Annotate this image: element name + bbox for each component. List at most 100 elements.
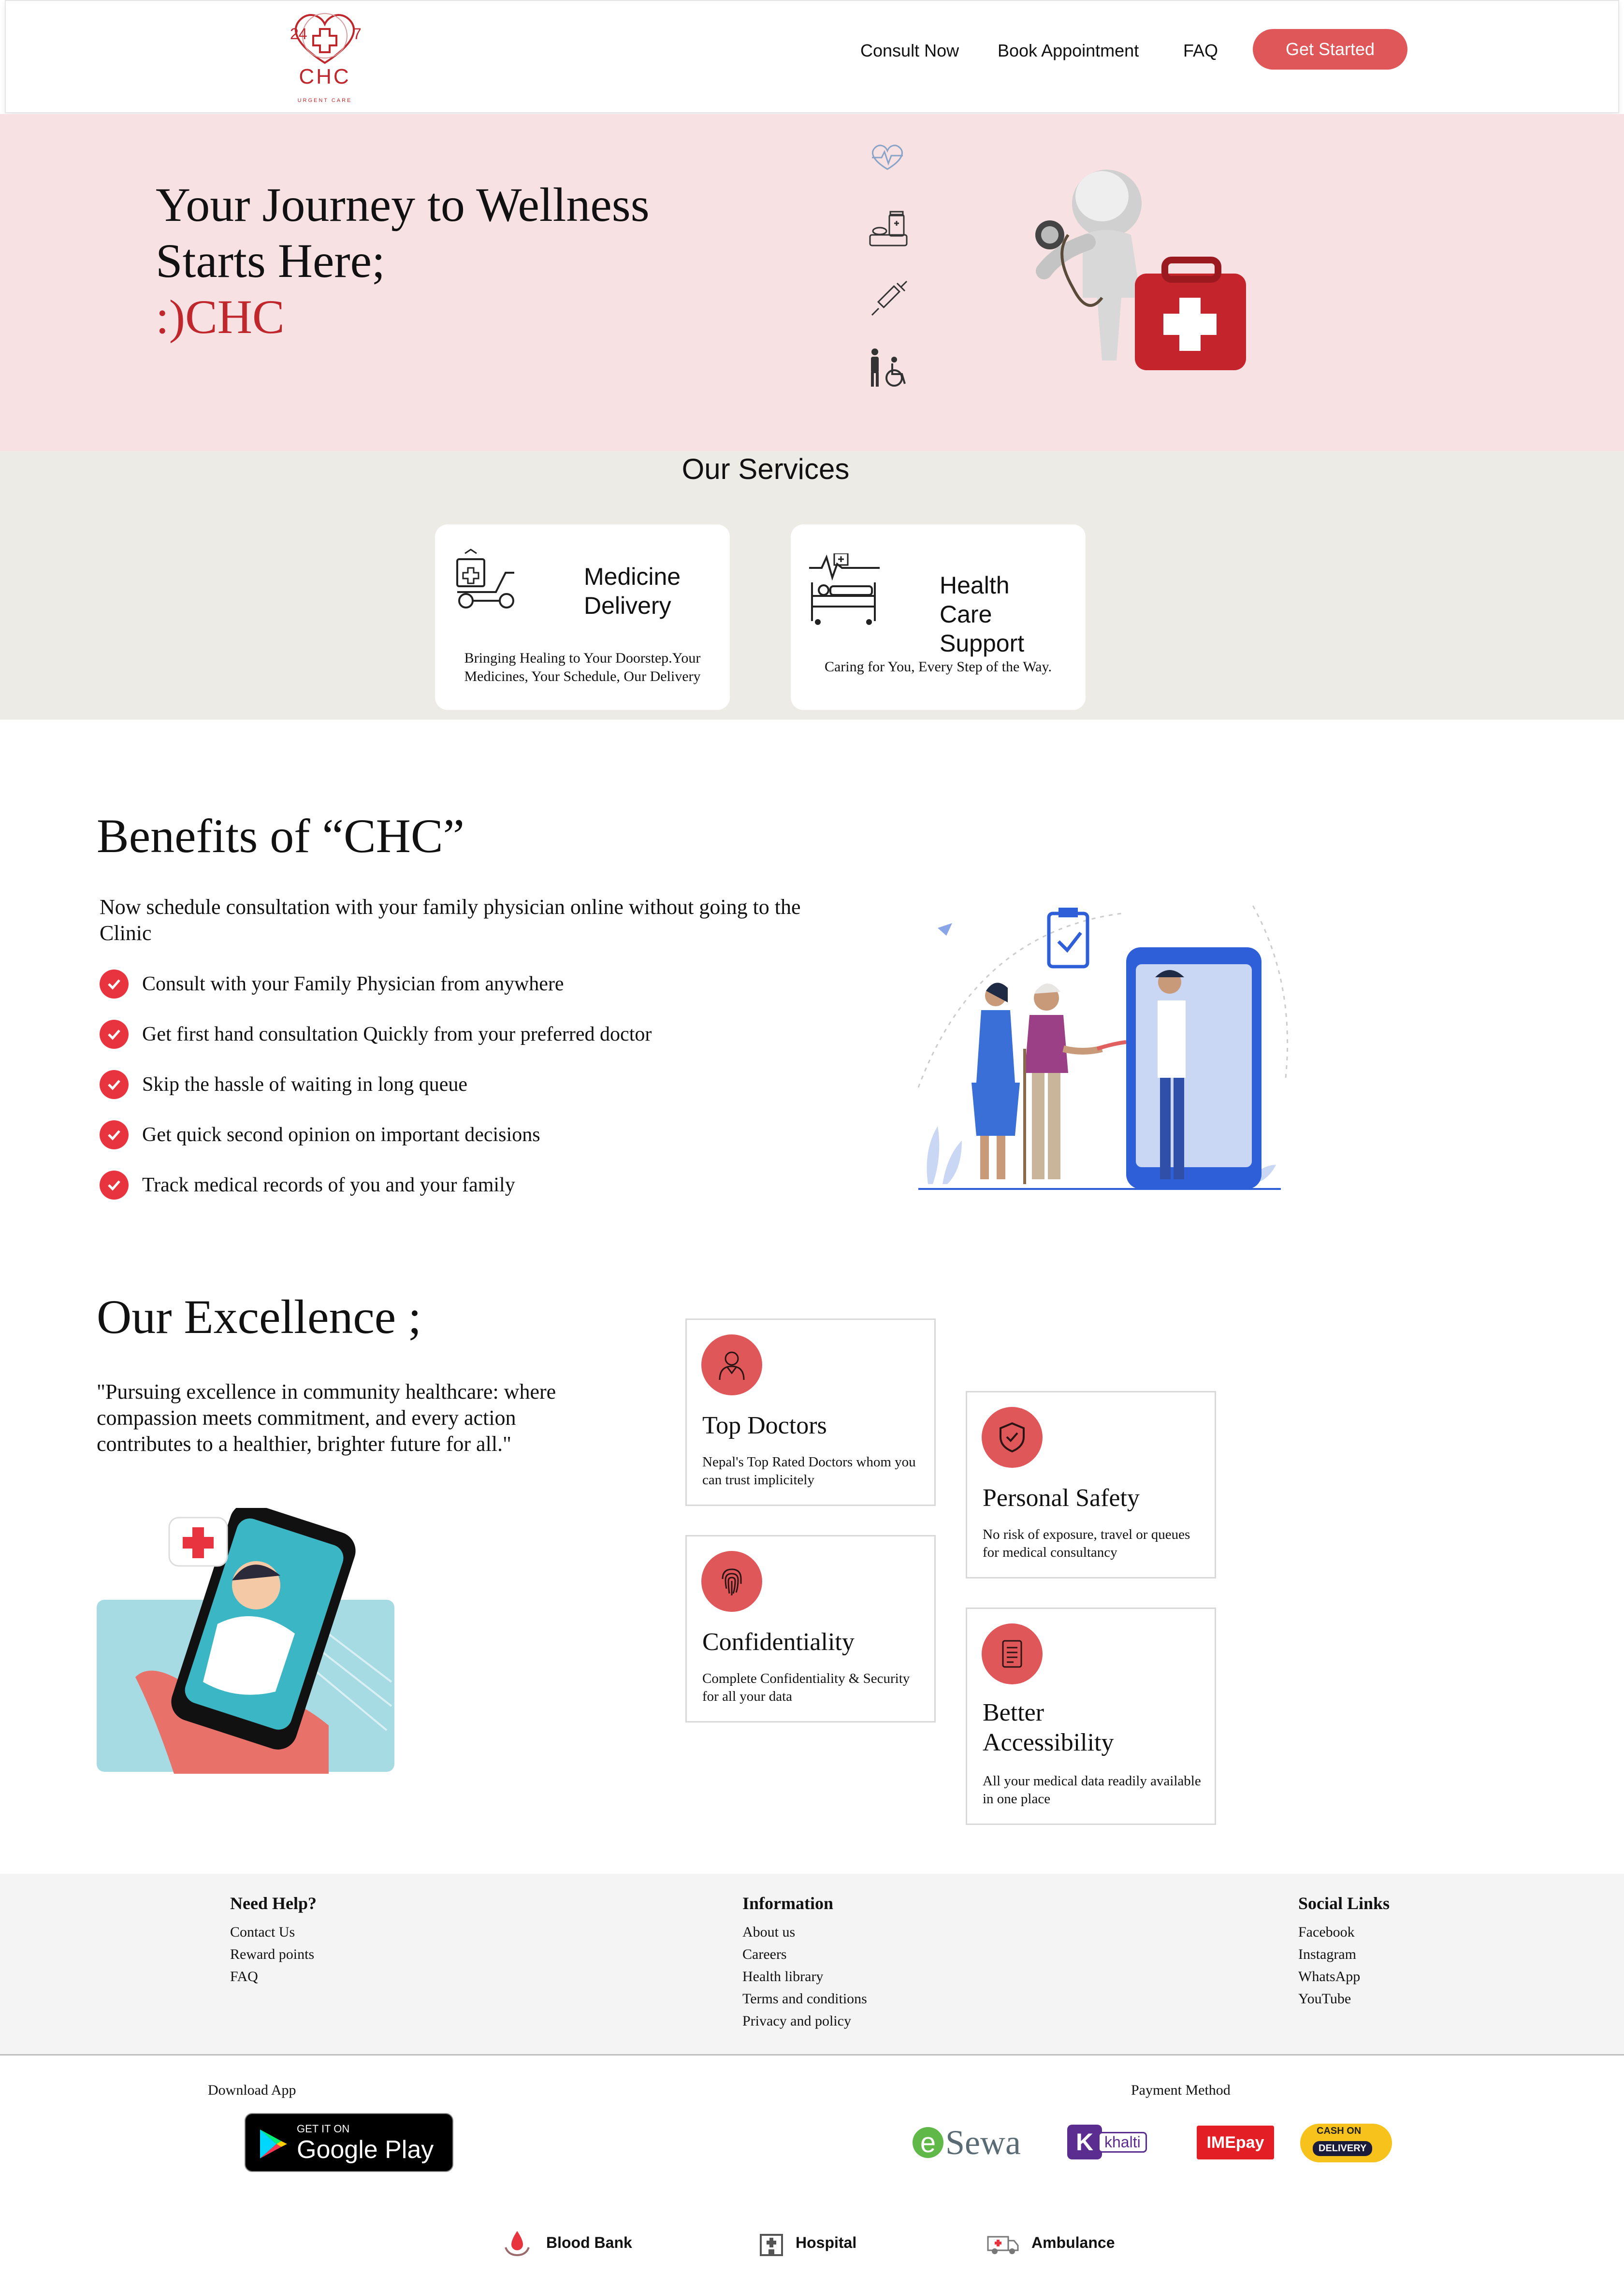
service-title-line-3: Support [940, 630, 1025, 657]
hospital-label: Hospital [796, 2233, 857, 2251]
service-title: Medicine Delivery [584, 562, 681, 620]
hospital-bed-icon [809, 553, 880, 625]
hospital-link[interactable]: Hospital [757, 2228, 856, 2257]
hero-line-2: Starts Here; [156, 234, 385, 288]
footer-info-title: Information [742, 1894, 833, 1913]
service-card-health-care-support[interactable]: Health Care Support Caring for You, Ever… [791, 524, 1086, 710]
logo-24-text: 24 [290, 25, 307, 43]
footer-link-faq[interactable]: FAQ [230, 1969, 258, 1985]
nav-faq[interactable]: FAQ [1183, 41, 1218, 61]
footer-help-title: Need Help? [230, 1894, 317, 1913]
footer-link-health-library[interactable]: Health library [742, 1969, 823, 1985]
logo-subtext: URGENT CARE [297, 98, 352, 103]
check-icon [100, 1020, 129, 1049]
google-play-button[interactable]: GET IT ON Google Play [245, 2113, 453, 2172]
top-navbar: 24 7 CHC URGENT CARE Consult Now Book Ap… [5, 0, 1619, 113]
excellence-card-desc: All your medical data readily available … [983, 1773, 1201, 1807]
check-icon [100, 1171, 129, 1200]
logo-7-text: 7 [353, 25, 362, 43]
shield-icon [982, 1407, 1043, 1468]
telemedicine-illustration [917, 903, 1289, 1190]
excellence-title: Our Excellence ; [97, 1290, 421, 1344]
excellence-card-desc: Complete Confidentiality & Security for … [702, 1671, 910, 1704]
medicine-icon [869, 211, 908, 246]
syringe-icon [871, 280, 908, 316]
footer-link-about-us[interactable]: About us [742, 1924, 795, 1940]
wheelchair-icon [871, 348, 906, 387]
service-title-line-2: Care [940, 601, 992, 628]
footer-link-contact-us[interactable]: Contact Us [230, 1924, 295, 1940]
benefit-text: Get quick second opinion on important de… [142, 1124, 540, 1146]
excellence-card-better-accessibility: Better Accessibility All your medical da… [966, 1607, 1216, 1825]
excellence-card-title-line-2: Accessibility [983, 1729, 1114, 1756]
hero-title: Your Journey to Wellness Starts Here; :)… [156, 177, 650, 345]
nav-book-appointment[interactable]: Book Appointment [998, 41, 1139, 61]
service-description: Bringing Healing to Your Doorstep.Your M… [464, 650, 701, 684]
footer-link-terms[interactable]: Terms and conditions [742, 1991, 867, 2007]
excellence-card-desc: No risk of exposure, travel or queues fo… [983, 1527, 1190, 1560]
footer-link-youtube[interactable]: YouTube [1298, 1991, 1351, 2007]
excellence-quote: "Pursuing excellence in community health… [97, 1380, 556, 1456]
excellence-card-title: Confidentiality [702, 1628, 855, 1656]
benefit-text: Skip the hassle of waiting in long queue [142, 1073, 468, 1096]
benefit-item: Get first hand consultation Quickly from… [100, 1019, 652, 1050]
logo-text: CHC [299, 65, 351, 88]
ambulance-label: Ambulance [1031, 2233, 1115, 2251]
service-description: Caring for You, Every Step of the Way. [824, 659, 1052, 675]
blood-bank-link[interactable]: Blood Bank [503, 2228, 632, 2257]
get-started-button[interactable]: Get Started [1253, 29, 1407, 70]
nav-consult-now[interactable]: Consult Now [860, 41, 959, 61]
check-icon [100, 970, 129, 999]
service-card-medicine-delivery[interactable]: Medicine Delivery Bringing Healing to Yo… [435, 524, 730, 710]
excellence-card-title: Personal Safety [983, 1484, 1140, 1512]
hero-line-1: Your Journey to Wellness [156, 178, 650, 232]
service-title-line-1: Medicine [584, 563, 681, 590]
benefits-title: Benefits of “CHC” [97, 809, 464, 863]
benefit-item: Skip the hassle of waiting in long queue [100, 1069, 467, 1100]
ambulance-icon [987, 2236, 1019, 2254]
benefit-item: Consult with your Family Physician from … [100, 969, 564, 999]
heartbeat-icon [872, 145, 903, 170]
footer-link-whatsapp[interactable]: WhatsApp [1298, 1969, 1360, 1985]
service-title-line-1: Health [940, 572, 1010, 599]
payment-method-label: Payment Method [1131, 2082, 1231, 2098]
khalti-k: K [1067, 2125, 1102, 2159]
footer-link-privacy[interactable]: Privacy and policy [742, 2013, 851, 2029]
excellence-card-title: Better Accessibility [983, 1698, 1114, 1758]
benefits-intro: Now schedule consultation with your fami… [100, 895, 801, 945]
service-title-line-2: Delivery [584, 592, 671, 619]
blood-bank-icon [505, 2231, 530, 2257]
cod-bottom-text: DELIVERY [1313, 2141, 1373, 2156]
excellence-card-confidentiality: Confidentiality Complete Confidentiality… [685, 1535, 936, 1723]
check-icon [100, 1120, 129, 1149]
check-icon [100, 1070, 129, 1099]
doctor-icon [701, 1334, 762, 1395]
hero-section: Your Journey to Wellness Starts Here; :)… [0, 114, 1624, 451]
benefit-text: Track medical records of you and your fa… [142, 1174, 515, 1196]
footer-link-instagram[interactable]: Instagram [1298, 1946, 1356, 1963]
imepay-logo: IMEpay [1197, 2126, 1274, 2159]
benefit-item: Get quick second opinion on important de… [100, 1119, 540, 1150]
excellence-card-top-doctors: Top Doctors Nepal's Top Rated Doctors wh… [685, 1318, 936, 1506]
footer-link-reward-points[interactable]: Reward points [230, 1946, 314, 1963]
google-play-icon [260, 2129, 287, 2158]
footer-link-facebook[interactable]: Facebook [1298, 1924, 1355, 1940]
footer-links-section: Need Help? Contact Us Reward points FAQ … [0, 1874, 1624, 2056]
services-title: Our Services [682, 453, 850, 485]
google-play-small-text: GET IT ON [297, 2123, 350, 2135]
delivery-scooter-icon [456, 549, 514, 608]
doctor-figure-illustration [1035, 170, 1246, 370]
services-section: Our Services Medicine Delivery Bringing … [0, 451, 1624, 720]
cash-on-delivery-logo: CASH ON DELIVERY [1300, 2119, 1397, 2167]
benefit-text: Get first hand consultation Quickly from… [142, 1023, 652, 1045]
google-play-big-text: Google Play [297, 2136, 434, 2164]
benefit-text: Consult with your Family Physician from … [142, 973, 564, 995]
download-app-label: Download App [208, 2082, 296, 2098]
logo[interactable]: 24 7 CHC URGENT CARE [276, 6, 373, 107]
footer-link-careers[interactable]: Careers [742, 1946, 787, 1963]
blood-bank-label: Blood Bank [546, 2233, 632, 2251]
footer-social-title: Social Links [1298, 1894, 1390, 1913]
ambulance-link[interactable]: Ambulance [986, 2228, 1115, 2257]
khalti-text: khalti [1098, 2131, 1147, 2153]
benefit-item: Track medical records of you and your fa… [100, 1170, 515, 1201]
